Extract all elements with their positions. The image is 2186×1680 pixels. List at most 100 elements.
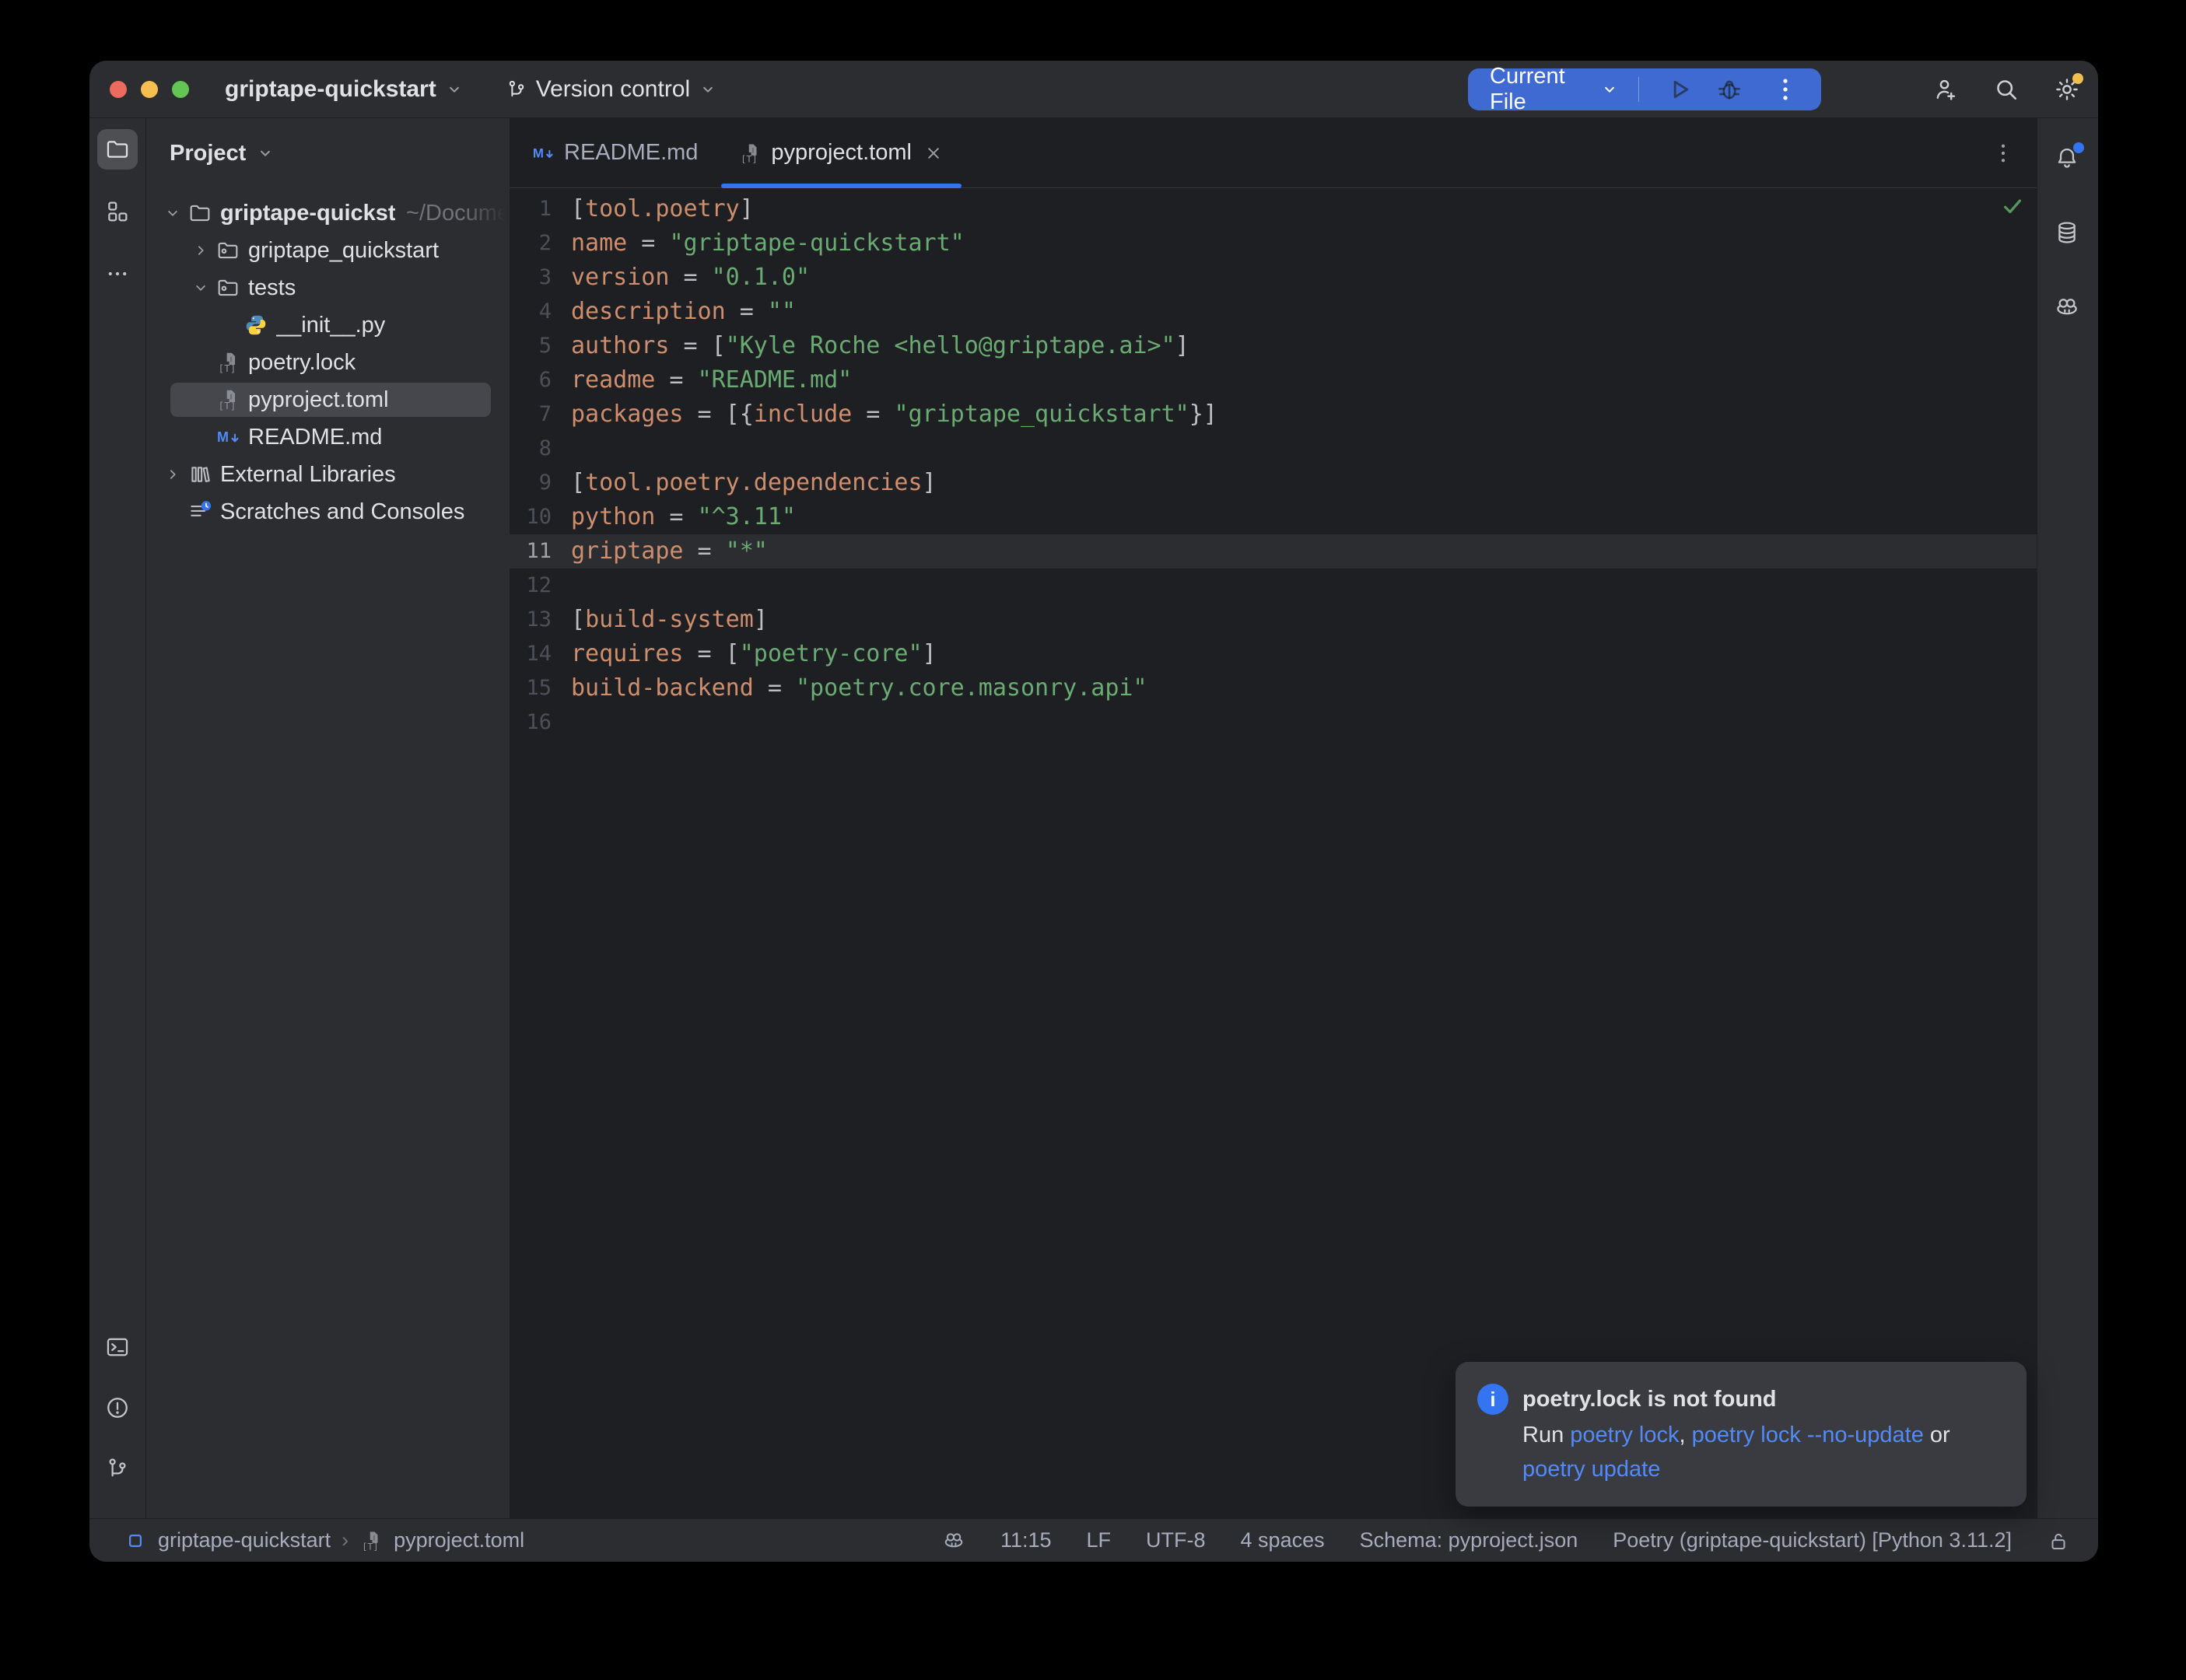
tree-item-readme-md[interactable]: MREADME.md (146, 418, 510, 456)
tree-item-scratches-and-consoles[interactable]: Scratches and Consoles (146, 493, 510, 530)
tree-item-griptape-quickstart[interactable]: griptape-quickstart~/Docume (146, 194, 510, 232)
notification-link-poetry-lock-no-update[interactable]: poetry lock --no-update (1692, 1423, 1924, 1447)
rail-button-notifications-bell[interactable] (2048, 138, 2088, 179)
code-text: packages = [{include = "griptape_quickst… (562, 397, 1217, 432)
inspections-ok-check-icon[interactable] (2001, 194, 2024, 218)
rail-button-database[interactable] (2048, 213, 2088, 254)
traffic-lights[interactable] (89, 81, 189, 98)
code-line-11[interactable]: 11griptape = "*" (510, 534, 2037, 569)
folder-dot-icon (215, 275, 241, 301)
code-line-3[interactable]: 3version = "0.1.0" (510, 261, 2037, 295)
more-options-kebab-icon[interactable] (1770, 74, 1801, 105)
project-selector[interactable]: griptape-quickstart (225, 76, 464, 103)
search-icon[interactable] (1992, 75, 2020, 103)
tree-item-poetry-lock[interactable]: [T]poetry.lock (146, 344, 510, 381)
editor-tabbar: MREADME.md[T]pyproject.toml (510, 118, 2037, 188)
settings-badge-dot (2072, 73, 2083, 84)
tree-item-label: README.md (248, 425, 382, 450)
svg-text:[T]: [T] (218, 400, 236, 411)
code-line-5[interactable]: 5authors = ["Kyle Roche <hello@griptape.… (510, 329, 2037, 363)
rail-button-vcs-branch[interactable] (97, 1448, 138, 1489)
toml-file-icon: [T] (359, 1529, 383, 1552)
rail-button-project-folder[interactable] (97, 129, 138, 170)
status-widgets: 11:15 LF UTF-8 4 spaces Schema: pyproject.js… (942, 1528, 2070, 1552)
structure-icon (104, 198, 131, 225)
code-line-6[interactable]: 6readme = "README.md" (510, 363, 2037, 397)
run-configuration-button[interactable]: Current File (1468, 68, 1821, 110)
line-number: 3 (510, 261, 562, 295)
status-poetry-griptape-quickstart-pyt[interactable]: Poetry (griptape-quickstart) [Python 3.1… (1613, 1528, 2012, 1552)
status-utf-8[interactable]: UTF-8 (1146, 1528, 1206, 1552)
terminal-icon (104, 1334, 131, 1360)
code-text: description = "" (562, 295, 796, 329)
vcs-widget[interactable]: Version control (505, 76, 718, 103)
code-line-8[interactable]: 8 (510, 432, 2037, 466)
breadcrumb-file[interactable]: pyproject.toml (394, 1528, 524, 1552)
chevron-right-icon[interactable] (159, 464, 187, 485)
lock-open-icon[interactable] (2047, 1529, 2070, 1552)
notifications-bell-icon (2054, 145, 2082, 173)
debug-bug-icon[interactable] (1714, 74, 1745, 105)
tab-pyproject-toml[interactable]: [T]pyproject.toml (718, 118, 965, 187)
rail-button-ai-assistant[interactable] (2048, 288, 2088, 328)
settings-gear-icon[interactable] (2053, 75, 2081, 103)
line-number: 5 (510, 329, 562, 363)
tree-item-griptape-quickstart[interactable]: griptape_quickstart (146, 232, 510, 269)
minimize-window-button[interactable] (141, 81, 158, 98)
code-line-15[interactable]: 15build-backend = "poetry.core.masonry.a… (510, 671, 2037, 705)
rail-button-more-horizontal[interactable] (97, 254, 138, 294)
rail-button-problems[interactable] (97, 1388, 138, 1428)
status-4-spaces[interactable]: 4 spaces (1241, 1528, 1325, 1552)
run-play-icon[interactable] (1664, 74, 1695, 105)
code-editor[interactable]: 1[tool.poetry]2name = "griptape-quicksta… (510, 188, 2037, 1518)
status-11-15[interactable]: 11:15 (1000, 1528, 1052, 1552)
ai-assistant-icon[interactable] (942, 1529, 965, 1552)
project-panel-header[interactable]: Project (146, 118, 510, 188)
code-line-14[interactable]: 14requires = ["poetry-core"] (510, 637, 2037, 671)
breadcrumb-project[interactable]: griptape-quickstart (158, 1528, 331, 1552)
divider (1638, 77, 1639, 102)
code-line-1[interactable]: 1[tool.poetry] (510, 192, 2037, 226)
notification-balloon[interactable]: i poetry.lock is not found Run poetry lo… (1456, 1362, 2027, 1507)
add-user-icon[interactable] (1932, 75, 1960, 103)
line-number: 15 (510, 671, 562, 705)
rail-button-structure[interactable] (97, 191, 138, 232)
code-line-7[interactable]: 7packages = [{include = "griptape_quicks… (510, 397, 2037, 432)
notification-link-poetry-lock[interactable]: poetry lock (1570, 1423, 1679, 1447)
code-line-12[interactable]: 12 (510, 569, 2037, 603)
chevron-down-icon[interactable] (187, 278, 215, 298)
rail-button-terminal[interactable] (97, 1327, 138, 1367)
close-window-button[interactable] (110, 81, 127, 98)
toml-icon: [T] (738, 142, 762, 165)
tree-item-external-libraries[interactable]: External Libraries (146, 456, 510, 493)
code-text (562, 569, 571, 603)
tree-item-label: External Libraries (220, 462, 396, 488)
tab-readme-md[interactable]: MREADME.md (511, 118, 718, 187)
code-line-13[interactable]: 13[build-system] (510, 603, 2037, 637)
breadcrumb: griptape-quickstart › [T] pyproject.toml (124, 1528, 524, 1552)
editor-options-kebab-icon[interactable] (1990, 140, 2016, 166)
status-schema-pyproject-json[interactable]: Schema: pyproject.json (1360, 1528, 1578, 1552)
code-text: build-backend = "poetry.core.masonry.api… (562, 671, 1147, 705)
notification-title: poetry.lock is not found (1522, 1382, 1950, 1416)
code-line-2[interactable]: 2name = "griptape-quickstart" (510, 226, 2037, 261)
code-line-10[interactable]: 10python = "^3.11" (510, 500, 2037, 534)
notification-link-poetry-update[interactable]: poetry update (1522, 1457, 1660, 1482)
line-number: 9 (510, 466, 562, 500)
close-tab-icon[interactable] (923, 142, 944, 164)
zoom-window-button[interactable] (172, 81, 189, 98)
code-line-16[interactable]: 16 (510, 705, 2037, 740)
line-number: 14 (510, 637, 562, 671)
breadcrumb-separator: › (342, 1528, 349, 1552)
toml-icon: [T] (215, 387, 241, 413)
code-line-9[interactable]: 9[tool.poetry.dependencies] (510, 466, 2037, 500)
tree-item-pyproject-toml[interactable]: [T]pyproject.toml (146, 381, 510, 418)
chevron-down-icon[interactable] (159, 203, 187, 223)
code-line-4[interactable]: 4description = "" (510, 295, 2037, 329)
chevron-right-icon[interactable] (187, 240, 215, 261)
status-lf[interactable]: LF (1087, 1528, 1112, 1552)
vcs-branch-icon (505, 78, 528, 101)
tree-item--init-py[interactable]: __init__.py (146, 306, 510, 344)
tree-item-tests[interactable]: tests (146, 269, 510, 306)
titlebar: griptape-quickstart Version control Curr… (89, 61, 2098, 118)
